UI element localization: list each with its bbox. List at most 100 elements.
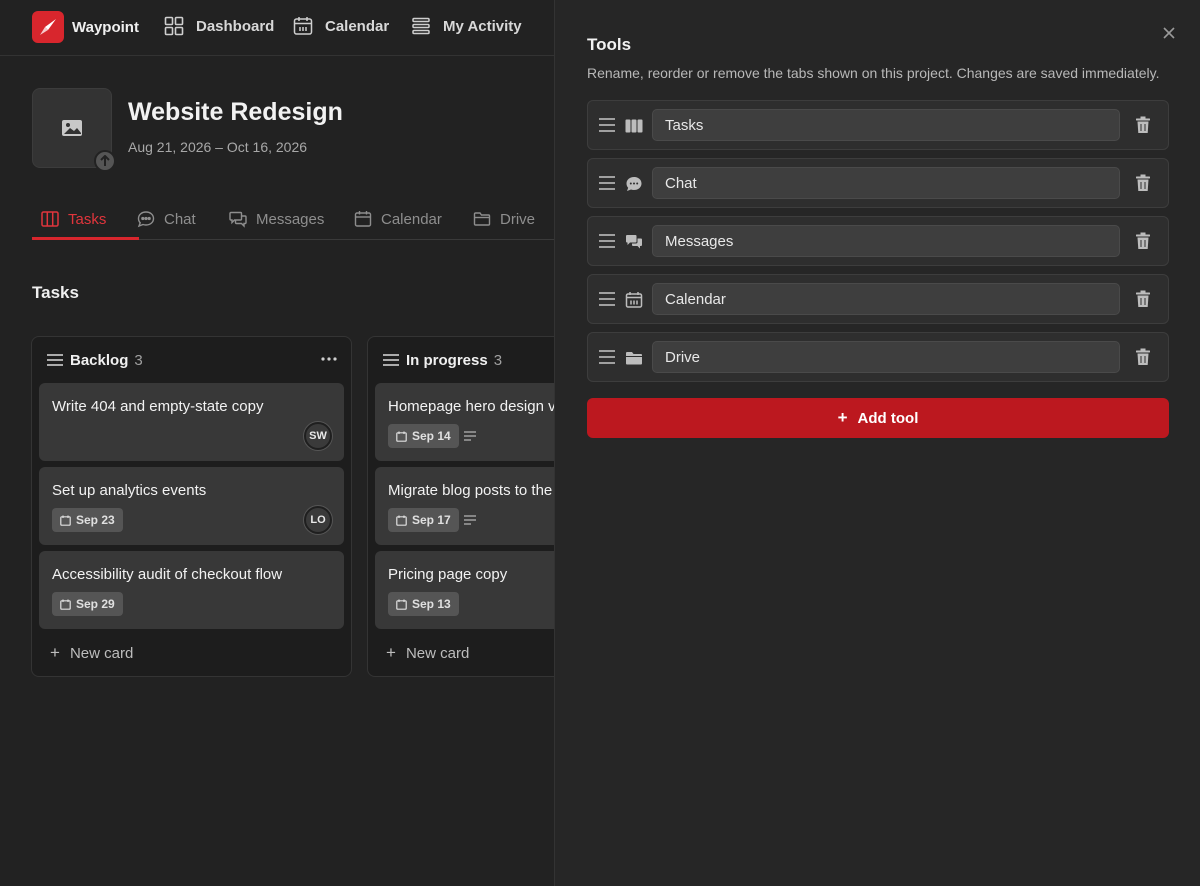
tab-calendar[interactable]: Calendar <box>354 210 442 228</box>
task-card-title: Pricing page copy <box>388 566 508 583</box>
messages-icon <box>626 235 642 249</box>
panel-title: Tools <box>587 35 632 54</box>
project-dates: Aug 21, 2026 – Oct 16, 2026 <box>128 139 308 155</box>
task-card-title: Set up analytics events <box>52 482 207 499</box>
calendar-icon <box>60 515 71 526</box>
nav-dashboard-label: Dashboard <box>196 17 275 35</box>
tab-chat[interactable]: Chat <box>137 210 196 228</box>
avatar[interactable]: LO <box>304 506 332 534</box>
task-card[interactable]: Set up analytics events Sep 23 LO <box>39 467 344 545</box>
tab-drive[interactable]: Drive <box>473 210 535 228</box>
trash-icon[interactable] <box>1135 174 1151 192</box>
column-count: 3 <box>493 351 503 369</box>
tool-row <box>587 274 1169 324</box>
new-card-label: New card <box>405 644 470 662</box>
nav-my-activity[interactable]: My Activity <box>411 16 522 36</box>
task-card[interactable]: Accessibility audit of checkout flow Sep… <box>39 551 344 629</box>
close-icon[interactable] <box>1161 25 1177 41</box>
tool-name-input[interactable] <box>652 167 1120 199</box>
tools-panel: Tools Rename, reorder or remove the tabs… <box>554 0 1200 886</box>
due-date-badge[interactable]: Sep 23 <box>52 508 123 532</box>
nav-my-activity-label: My Activity <box>443 17 522 35</box>
brand-name: Waypoint <box>72 18 139 36</box>
column-title: In progress <box>406 351 488 369</box>
description-icon <box>464 431 476 441</box>
drag-handle-icon[interactable] <box>598 291 616 307</box>
nav-calendar[interactable]: Calendar <box>293 16 389 36</box>
due-date-badge[interactable]: Sep 17 <box>388 508 459 532</box>
trash-icon[interactable] <box>1135 116 1151 134</box>
compass-icon <box>32 11 64 43</box>
description-icon <box>464 515 476 525</box>
drag-handle-icon[interactable] <box>598 233 616 249</box>
grid-icon <box>164 16 184 36</box>
tool-row <box>587 216 1169 266</box>
drag-handle-icon[interactable] <box>598 349 616 365</box>
task-card[interactable]: Write 404 and empty-state copy SW <box>39 383 344 461</box>
board-title: Tasks <box>32 283 79 302</box>
plus-icon: + <box>50 643 60 662</box>
add-tool-label: Add tool <box>857 409 919 427</box>
messages-icon <box>229 211 247 228</box>
tab-messages[interactable]: Messages <box>229 210 324 228</box>
due-date-text: Sep 13 <box>412 597 451 611</box>
avatar[interactable]: SW <box>304 422 332 450</box>
tab-chat-label: Chat <box>164 210 196 228</box>
columns-icon <box>41 211 59 227</box>
tool-name-input[interactable] <box>652 283 1120 315</box>
calendar-icon <box>60 599 71 610</box>
column-header[interactable]: In progress 3 <box>382 351 502 369</box>
image-placeholder-icon <box>62 120 82 136</box>
trash-icon[interactable] <box>1135 232 1151 250</box>
drag-handle-icon[interactable] <box>598 175 616 191</box>
task-card-title: Homepage hero design v2 <box>388 398 564 415</box>
column-title: Backlog <box>70 351 129 369</box>
tab-drive-label: Drive <box>500 210 536 228</box>
panel-description: Rename, reorder or remove the tabs shown… <box>587 65 1160 81</box>
board-column-backlog: Backlog 3 Write 404 and empty-state copy… <box>31 336 352 677</box>
new-card-button[interactable]: + New card <box>50 643 133 663</box>
activity-list-icon <box>412 17 430 35</box>
nav-dashboard[interactable]: Dashboard <box>164 16 274 36</box>
tab-tasks[interactable]: Tasks <box>41 210 106 228</box>
column-header[interactable]: Backlog 3 <box>46 351 143 369</box>
plus-icon: + <box>386 643 396 662</box>
due-date-badge[interactable]: Sep 14 <box>388 424 459 448</box>
trash-icon[interactable] <box>1135 348 1151 366</box>
due-date-text: Sep 23 <box>76 513 115 527</box>
chat-bubble-icon <box>626 177 642 191</box>
due-date-badge[interactable]: Sep 13 <box>388 592 459 616</box>
folder-icon <box>626 352 642 365</box>
upload-thumbnail-button[interactable] <box>94 150 116 172</box>
add-tool-button[interactable]: + Add tool <box>587 398 1169 438</box>
brand[interactable]: Waypoint <box>32 11 139 43</box>
drag-handle-icon <box>383 354 399 366</box>
calendar-icon <box>396 431 407 442</box>
active-tab-indicator <box>32 237 139 240</box>
more-options-icon[interactable] <box>321 355 337 363</box>
calendar-icon <box>396 599 407 610</box>
tool-name-input[interactable] <box>652 225 1120 257</box>
due-date-text: Sep 29 <box>76 597 115 611</box>
chat-bubble-icon <box>137 211 155 228</box>
calendar-icon <box>396 515 407 526</box>
new-card-label: New card <box>69 644 134 662</box>
tool-name-input[interactable] <box>652 109 1120 141</box>
tool-row <box>587 158 1169 208</box>
tool-row <box>587 332 1169 382</box>
new-card-button[interactable]: + New card <box>386 643 469 663</box>
tab-messages-label: Messages <box>256 210 325 228</box>
drag-handle-icon[interactable] <box>598 117 616 133</box>
calendar-icon <box>625 292 643 308</box>
folder-icon <box>473 212 491 226</box>
project-title: Website Redesign <box>128 98 343 126</box>
drag-handle-icon <box>47 354 63 366</box>
plus-icon: + <box>837 408 848 427</box>
calendar-icon <box>354 211 372 227</box>
column-count: 3 <box>134 351 143 369</box>
due-date-badge[interactable]: Sep 29 <box>52 592 123 616</box>
task-card-title: Accessibility audit of checkout flow <box>52 566 283 583</box>
trash-icon[interactable] <box>1135 290 1151 308</box>
arrow-up-icon <box>100 155 110 166</box>
tool-name-input[interactable] <box>652 341 1120 373</box>
